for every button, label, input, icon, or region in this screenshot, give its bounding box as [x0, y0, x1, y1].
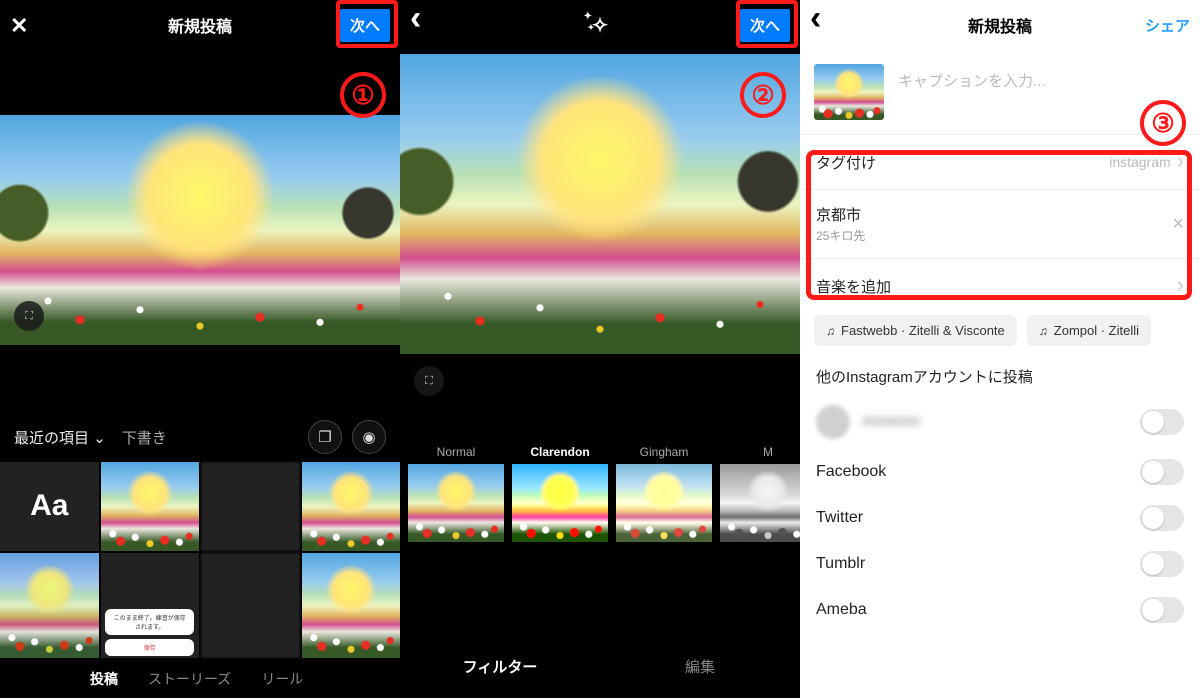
music-suggestion-chips: Fastwebb · Zitelli & Visconte Zompol · Z…	[800, 305, 1200, 350]
photo-cell[interactable]	[201, 462, 300, 551]
share-target-label: Facebook	[816, 463, 886, 481]
music-chip[interactable]: Fastwebb · Zitelli & Visconte	[814, 315, 1017, 346]
share-row-facebook[interactable]: Facebook	[800, 449, 1200, 495]
filter-gingham[interactable]: Gingham	[616, 440, 712, 542]
toggle[interactable]	[1140, 551, 1184, 577]
tab-post[interactable]: 投稿	[90, 669, 118, 689]
photo-cell[interactable]	[302, 462, 401, 551]
back-icon[interactable]	[410, 13, 434, 37]
photo-cell[interactable]: このまま終了。練習が保存されます。 保存	[101, 553, 200, 659]
header-bar: 新規投稿 次へ	[0, 0, 400, 50]
row-sublabel: 25キロ先	[816, 227, 865, 244]
multi-select-icon[interactable]: ❐	[308, 420, 342, 454]
screen-share-settings: 新規投稿 シェア キャプションを入力... タグ付け instagram 京都市…	[800, 0, 1200, 698]
filter-normal[interactable]: Normal	[408, 440, 504, 542]
tab-reel[interactable]: リール	[261, 669, 303, 689]
annotation-badge-2: ②	[740, 72, 786, 118]
share-section-heading: 他のInstagramアカウントに投稿	[800, 350, 1200, 395]
header-title: 新規投稿	[800, 13, 1200, 37]
photo-cell[interactable]	[201, 553, 300, 659]
row-location[interactable]: 京都市 25キロ先	[800, 189, 1200, 258]
next-button[interactable]: 次へ	[740, 9, 790, 42]
next-button[interactable]: 次へ	[340, 9, 390, 42]
annotation-badge-1: ①	[340, 72, 386, 118]
magic-wand-icon[interactable]: ✧	[592, 15, 609, 37]
tab-edit[interactable]: 編集	[600, 634, 800, 698]
screen-new-post-select: 新規投稿 次へ 最近の項目 ⌄ 下書き ❐ ◉ Aa このまま終了。練習が保存さ…	[0, 0, 400, 698]
filter-clarendon[interactable]: Clarendon	[512, 440, 608, 542]
filter-strip[interactable]: Normal Clarendon Gingham M	[400, 440, 800, 542]
toggle[interactable]	[1140, 459, 1184, 485]
clear-location-icon[interactable]	[1172, 213, 1184, 236]
filter-edit-tabs: フィルター 編集	[400, 634, 800, 698]
expand-icon[interactable]	[414, 366, 444, 396]
tab-filter[interactable]: フィルター	[400, 634, 600, 698]
header-bar: 新規投稿 シェア	[800, 0, 1200, 50]
share-row-tumblr[interactable]: Tumblr	[800, 541, 1200, 587]
chevron-down-icon: ⌄	[93, 430, 106, 447]
selected-image-preview[interactable]	[0, 115, 400, 345]
screen-filter-edit: ✧ 次へ Normal Clarendon Gingham M フィルター 編集…	[400, 0, 800, 698]
tab-stories[interactable]: ストーリーズ	[148, 669, 231, 689]
toggle[interactable]	[1140, 597, 1184, 623]
expand-icon[interactable]	[14, 301, 44, 331]
row-label: 音楽を追加	[816, 276, 891, 297]
photo-cell[interactable]	[0, 553, 99, 659]
row-label: タグ付け	[816, 152, 876, 173]
chevron-right-icon	[1177, 149, 1184, 175]
back-icon[interactable]	[810, 13, 834, 37]
share-button[interactable]: シェア	[1145, 15, 1190, 36]
library-toolbar: 最近の項目 ⌄ 下書き ❐ ◉	[0, 420, 400, 454]
row-add-music[interactable]: 音楽を追加	[800, 258, 1200, 305]
share-target-label: Ameba	[816, 601, 867, 619]
row-value: instagram	[1109, 154, 1170, 170]
chevron-right-icon	[1177, 273, 1184, 299]
post-thumbnail[interactable]	[814, 64, 884, 120]
annotation-badge-3: ③	[1140, 100, 1186, 146]
bottom-mode-tabs: 投稿 ストーリーズ リール	[0, 660, 400, 698]
avatar	[816, 405, 850, 439]
share-target-label: Tumblr	[816, 555, 865, 573]
photo-cell[interactable]	[101, 462, 200, 551]
row-label: 京都市	[816, 204, 865, 225]
close-icon[interactable]	[10, 13, 34, 37]
photo-grid: Aa このまま終了。練習が保存されます。 保存	[0, 460, 400, 660]
share-row-ameba[interactable]: Ameba	[800, 587, 1200, 633]
share-target-label: Twitter	[816, 509, 863, 527]
recent-items-dropdown[interactable]: 最近の項目 ⌄	[14, 427, 106, 448]
share-row-account[interactable]: ●●●●●●	[800, 395, 1200, 449]
share-row-twitter[interactable]: Twitter	[800, 495, 1200, 541]
drafts-link[interactable]: 下書き	[122, 427, 167, 448]
toggle[interactable]	[1140, 409, 1184, 435]
text-template-cell[interactable]: Aa	[0, 462, 99, 551]
photo-cell[interactable]	[302, 553, 401, 659]
caption-input[interactable]: キャプションを入力...	[898, 64, 1046, 91]
toggle[interactable]	[1140, 505, 1184, 531]
camera-icon[interactable]: ◉	[352, 420, 386, 454]
header-bar: ✧ 次へ	[400, 0, 800, 50]
row-tag-people[interactable]: タグ付け instagram	[800, 134, 1200, 189]
music-chip[interactable]: Zompol · Zitelli	[1027, 315, 1151, 346]
filter-more[interactable]: M	[720, 440, 800, 542]
